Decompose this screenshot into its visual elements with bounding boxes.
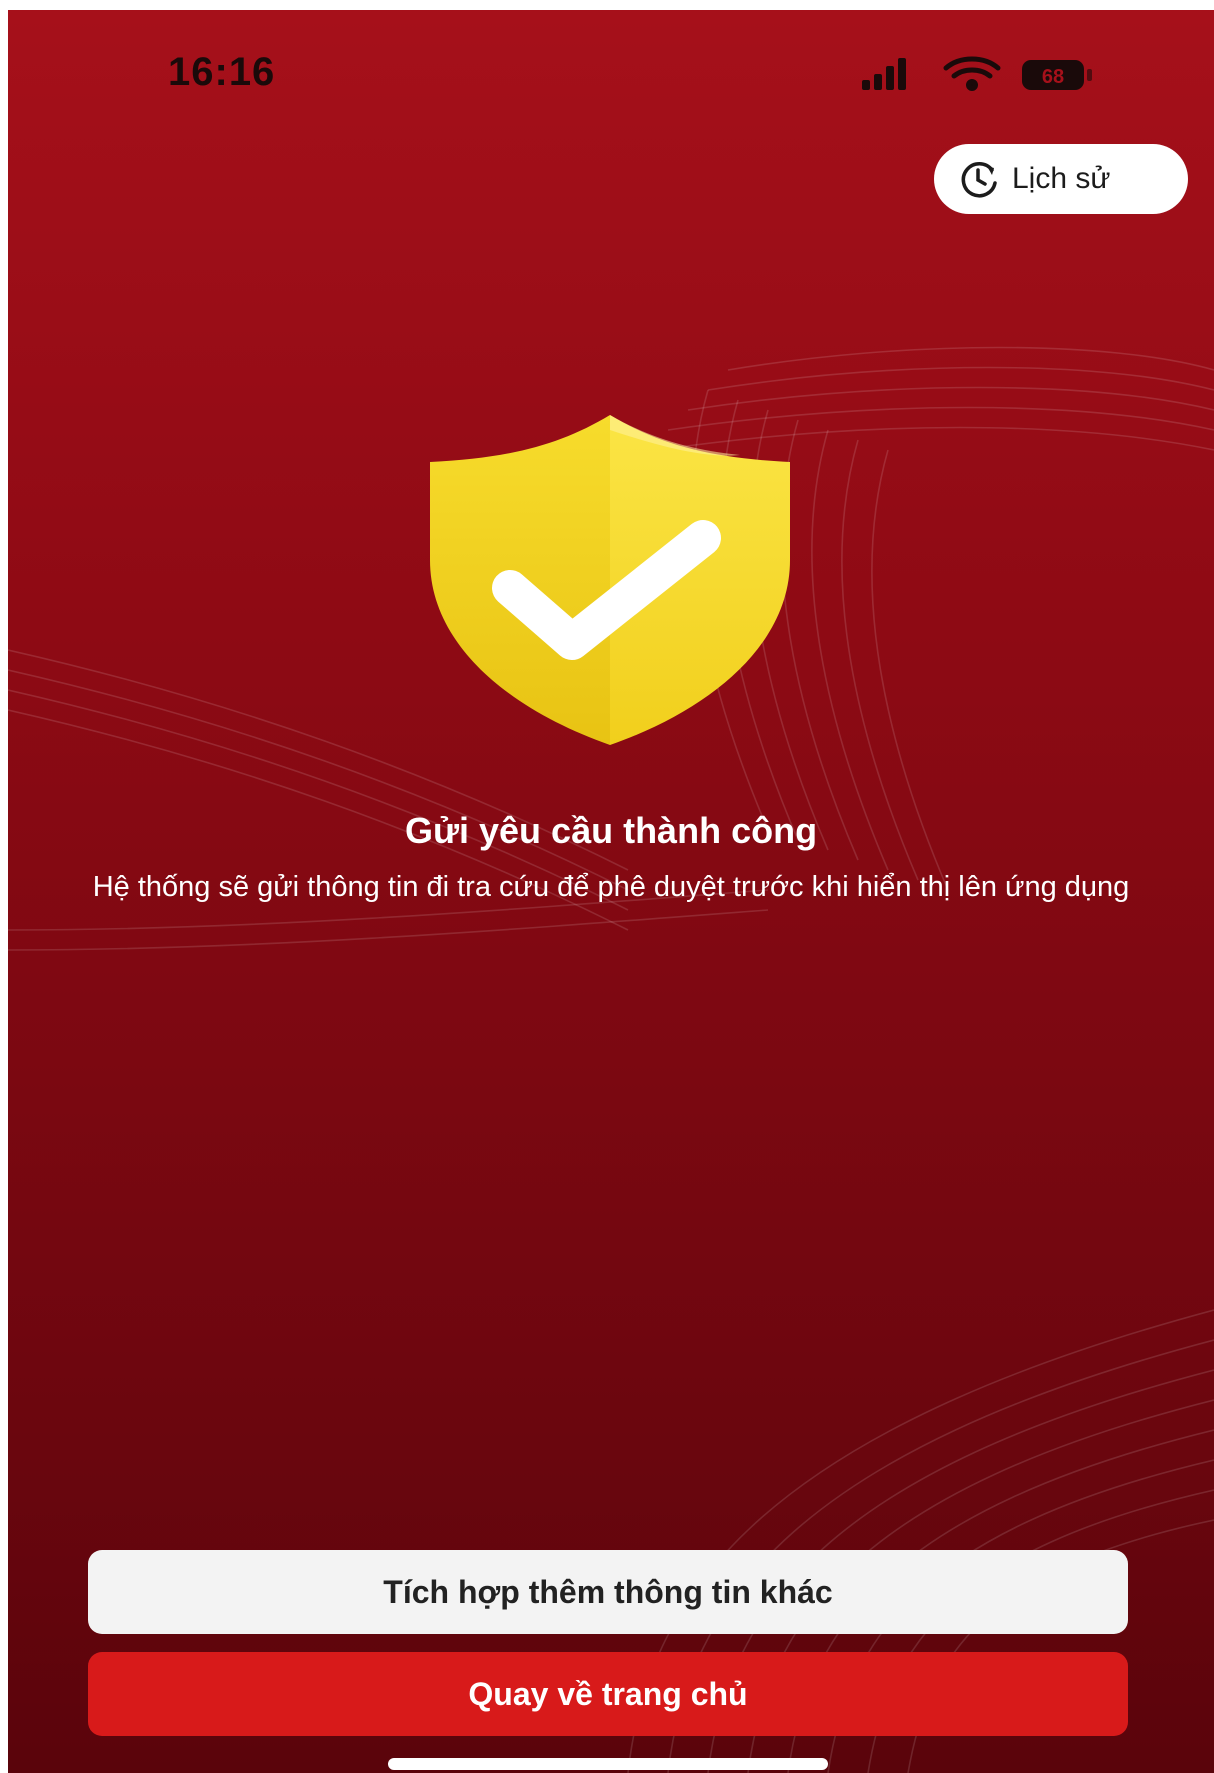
- wifi-icon: [943, 56, 1001, 91]
- clock-history-icon: [961, 162, 997, 198]
- success-screen: 16:16 68 Lịch sử Gửi yêu cầu thành công …: [8, 10, 1214, 1773]
- battery-level: 68: [1042, 66, 1064, 88]
- status-icons: 68: [862, 56, 1092, 91]
- success-description: Hệ thống sẽ gửi thông tin đi tra cứu để …: [92, 871, 1130, 903]
- home-indicator[interactable]: [388, 1758, 828, 1770]
- signal-icon: [862, 58, 906, 90]
- shield-check-icon: [430, 415, 790, 745]
- history-label: Lịch sử: [1012, 162, 1111, 195]
- success-title: Gửi yêu cầu thành công: [404, 810, 818, 851]
- integrate-more-button[interactable]: Tích hợp thêm thông tin khác: [88, 1550, 1128, 1634]
- back-home-button[interactable]: Quay về trang chủ: [88, 1652, 1128, 1736]
- status-time: 16:16: [168, 50, 276, 94]
- history-button[interactable]: Lịch sử: [934, 144, 1188, 214]
- battery-icon: 68: [1022, 60, 1092, 90]
